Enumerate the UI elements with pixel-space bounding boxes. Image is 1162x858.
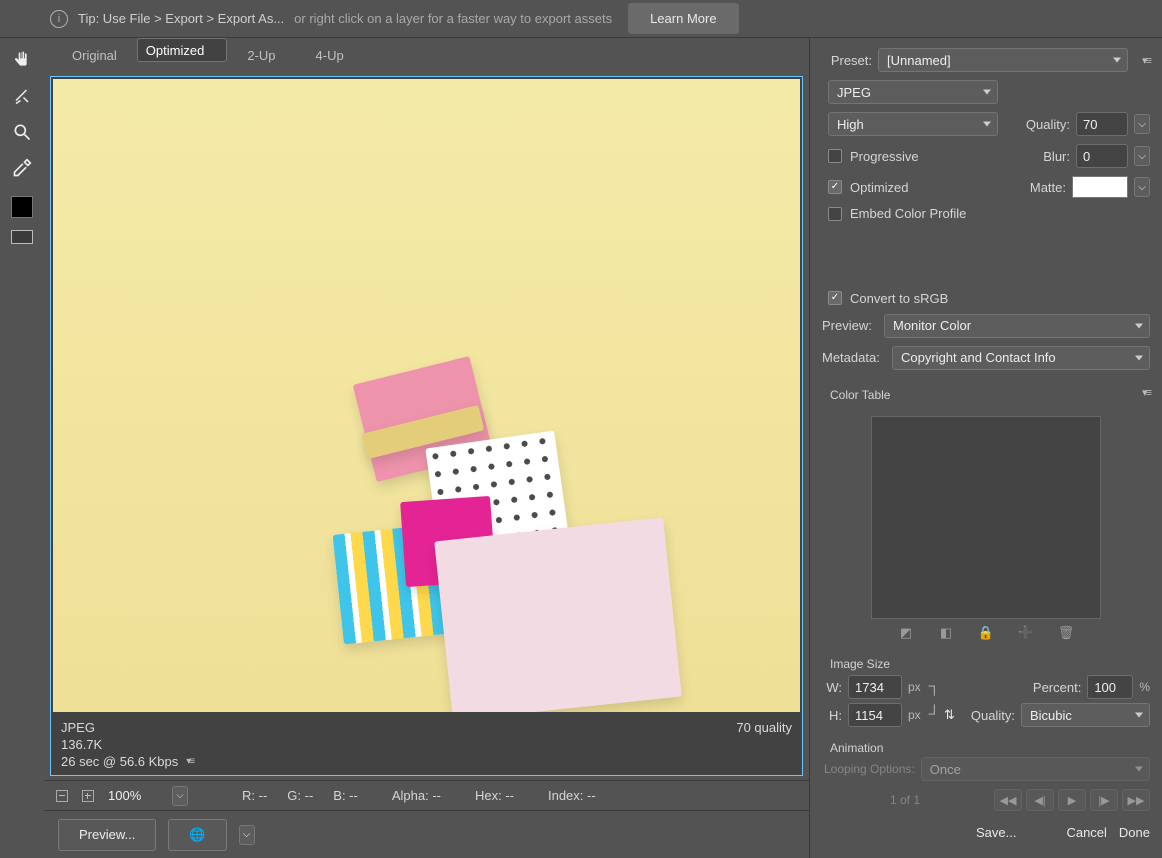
info-quality: 70 quality xyxy=(736,720,792,735)
tab-2up[interactable]: 2-Up xyxy=(227,38,295,72)
blur-input[interactable] xyxy=(1076,144,1128,168)
eyedropper-tool-icon[interactable] xyxy=(6,156,38,180)
status-bar: 100% ⌵ R: --G: --B: -- Alpha: -- Hex: --… xyxy=(44,780,809,810)
preset-menu-icon[interactable]: ▾≡ xyxy=(1142,54,1150,67)
learn-more-button[interactable]: Learn More xyxy=(628,3,738,34)
tab-original[interactable]: Original xyxy=(52,38,137,72)
width-label: W: xyxy=(822,680,842,695)
ct-cube-icon[interactable]: ◧ xyxy=(938,625,954,641)
preview-canvas[interactable] xyxy=(53,79,800,712)
preview-tabs: Original Optimized 2-Up 4-Up xyxy=(44,38,809,72)
info-size: 136.7K xyxy=(61,737,193,752)
percent-label: Percent: xyxy=(1025,680,1081,695)
slice-tool-icon[interactable] xyxy=(6,84,38,108)
info-time: 26 sec @ 56.6 Kbps xyxy=(61,754,178,769)
options-panel: Preset: [Unnamed] ▾≡ JPEG High Quality: … xyxy=(810,38,1162,858)
color-table-label: Color Table xyxy=(830,388,890,402)
anim-play-icon: ▶ xyxy=(1058,789,1086,811)
zoom-dropdown-icon[interactable]: ⌵ xyxy=(172,786,188,806)
minus-box-icon[interactable] xyxy=(56,790,68,802)
plus-box-icon[interactable] xyxy=(82,790,94,802)
matte-swatch[interactable] xyxy=(1072,176,1128,198)
preset-label: Preset: xyxy=(822,53,872,68)
foreground-color-swatch[interactable] xyxy=(11,196,33,218)
save-button[interactable]: Save... xyxy=(938,825,1054,840)
preview-select-label: Preview: xyxy=(822,318,878,333)
color-readout: R: --G: --B: -- xyxy=(232,788,368,803)
tab-4up[interactable]: 4-Up xyxy=(296,38,364,72)
preview-panel[interactable]: JPEG 136.7K 26 sec @ 56.6 Kbps ▾≡ 70 qua… xyxy=(50,76,803,776)
resample-quality-label: Quality: xyxy=(965,708,1015,723)
blur-label: Blur: xyxy=(1036,149,1070,164)
ct-snap-icon[interactable]: ◩ xyxy=(898,625,914,641)
anim-prev-icon: ◀| xyxy=(1026,789,1054,811)
height-label: H: xyxy=(822,708,842,723)
anim-next-icon: |▶ xyxy=(1090,789,1118,811)
tool-strip xyxy=(0,38,44,858)
matte-label: Matte: xyxy=(1022,180,1066,195)
info-format: JPEG xyxy=(61,720,193,735)
slice-visibility-icon[interactable] xyxy=(11,230,33,244)
quality-label: Quality: xyxy=(1020,117,1070,132)
tab-optimized[interactable]: Optimized xyxy=(137,38,228,62)
image-size-label: Image Size xyxy=(830,657,1150,671)
looping-label: Looping Options: xyxy=(824,762,915,776)
color-table[interactable] xyxy=(871,416,1101,619)
quality-stepper-icon[interactable]: ⌵ xyxy=(1134,114,1150,134)
tip-bar: i Tip: Use File > Export > Export As... … xyxy=(0,0,1162,38)
height-input[interactable] xyxy=(848,703,902,727)
anim-first-icon: ◀◀ xyxy=(994,789,1022,811)
info-icon: i xyxy=(50,10,68,28)
frame-count: 1 of 1 xyxy=(822,793,988,807)
browser-dropdown-icon[interactable]: ⌵ xyxy=(239,825,255,845)
zoom-tool-icon[interactable] xyxy=(6,120,38,144)
tip-text: Tip: Use File > Export > Export As... xyxy=(78,11,284,26)
ct-new-icon[interactable]: ➕ xyxy=(1018,625,1034,641)
color-table-toolbar: ◩ ◧ 🔒 ➕ 🗑 xyxy=(822,625,1150,641)
metadata-select[interactable]: Copyright and Contact Info xyxy=(892,346,1150,370)
footer-bar: Preview... 🌐 ⌵ xyxy=(44,810,809,858)
quality-input[interactable] xyxy=(1076,112,1128,136)
format-select[interactable]: JPEG xyxy=(828,80,998,104)
matte-dropdown-icon[interactable]: ⌵ xyxy=(1134,177,1150,197)
convert-srgb-checkbox[interactable]: Convert to sRGB xyxy=(828,291,948,306)
resample-select[interactable]: Bicubic xyxy=(1021,703,1150,727)
percent-input[interactable] xyxy=(1087,675,1133,699)
tip-more: or right click on a layer for a faster w… xyxy=(294,11,612,26)
preview-select[interactable]: Monitor Color xyxy=(884,314,1150,338)
width-input[interactable] xyxy=(848,675,902,699)
looping-select: Once xyxy=(921,757,1150,781)
done-button[interactable]: Done xyxy=(1119,825,1150,840)
optimized-checkbox[interactable]: Optimized xyxy=(828,180,909,195)
anim-last-icon: ▶▶ xyxy=(1122,789,1150,811)
browser-preview-icon[interactable]: 🌐 xyxy=(168,819,226,851)
quality-preset-select[interactable]: High xyxy=(828,112,998,136)
hand-tool-icon[interactable] xyxy=(6,48,38,72)
color-table-menu-icon[interactable]: ▾≡ xyxy=(1142,386,1150,399)
index-readout: Index: -- xyxy=(538,788,606,803)
info-menu-icon[interactable]: ▾≡ xyxy=(186,756,193,767)
alpha-readout: Alpha: -- xyxy=(382,788,451,803)
cancel-button[interactable]: Cancel xyxy=(1066,825,1106,840)
ct-lock-icon[interactable]: 🔒 xyxy=(978,625,994,641)
animation-label: Animation xyxy=(830,741,1150,755)
ct-trash-icon[interactable]: 🗑 xyxy=(1058,625,1074,641)
progressive-checkbox[interactable]: Progressive xyxy=(828,149,919,164)
blur-stepper-icon[interactable]: ⌵ xyxy=(1134,146,1150,166)
zoom-level[interactable]: 100% xyxy=(108,788,158,803)
animation-controls: ◀◀ ◀| ▶ |▶ ▶▶ xyxy=(994,789,1150,811)
preset-select[interactable]: [Unnamed] xyxy=(878,48,1128,72)
hex-readout: Hex: -- xyxy=(465,788,524,803)
metadata-label: Metadata: xyxy=(822,350,886,365)
preview-info-bar: JPEG 136.7K 26 sec @ 56.6 Kbps ▾≡ 70 qua… xyxy=(51,714,802,775)
link-icon[interactable]: ⇅ xyxy=(944,707,955,723)
preview-button[interactable]: Preview... xyxy=(58,819,156,851)
embed-profile-checkbox[interactable]: Embed Color Profile xyxy=(828,206,966,221)
